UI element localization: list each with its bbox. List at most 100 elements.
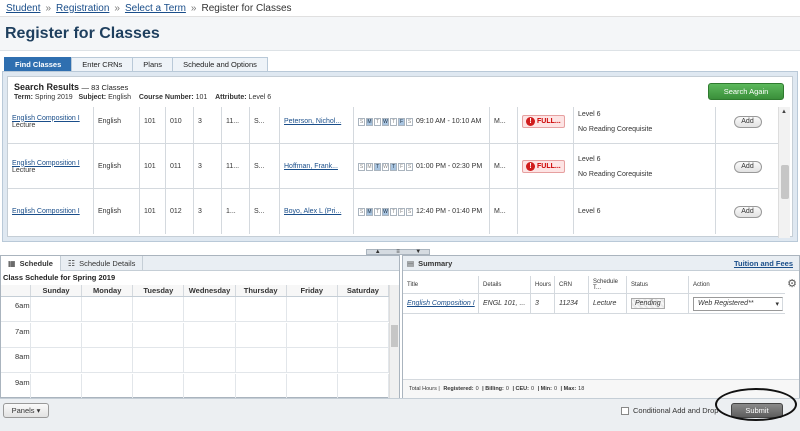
calendar-cell[interactable] — [82, 348, 134, 372]
summary-column-header[interactable]: Action — [689, 276, 785, 293]
cell-hours: 3 — [194, 107, 222, 144]
cell-section: 011 — [166, 144, 194, 189]
calendar-row: 7am — [1, 322, 389, 348]
tuition-fees-link[interactable]: Tuition and Fees — [734, 259, 793, 268]
breadcrumb-student[interactable]: Student — [6, 3, 40, 14]
calendar-cell[interactable] — [338, 348, 389, 372]
calendar-cell[interactable] — [338, 322, 389, 347]
calendar-cell[interactable] — [184, 322, 236, 347]
cell-status: ! FULL... — [518, 144, 574, 189]
term-value: Spring 2019 — [34, 94, 73, 101]
add-button[interactable]: Add — [733, 205, 762, 218]
calendar-cell[interactable] — [133, 322, 185, 347]
conditional-checkbox[interactable] — [621, 406, 629, 415]
min-value: 0 — [553, 386, 558, 392]
calendar-cell[interactable] — [82, 297, 134, 321]
instructor-link[interactable]: Peterson, Nichol... — [284, 118, 341, 125]
instructor-link[interactable]: Boyo, Alex L (Pri... — [284, 208, 341, 215]
breadcrumb-select-term[interactable]: Select a Term — [125, 3, 186, 14]
tab-plans[interactable]: Plans — [132, 57, 174, 71]
calendar-cell[interactable] — [82, 373, 134, 398]
calendar-cell[interactable] — [287, 322, 338, 347]
summary-course-link[interactable]: English Composition I — [407, 300, 475, 307]
submit-button[interactable]: Submit — [731, 403, 783, 418]
calendar-cell[interactable] — [236, 322, 287, 347]
cell-subject: English — [94, 107, 140, 144]
attribute-level: Level 6 — [578, 155, 601, 163]
summary-column-header[interactable]: Schedule T... — [589, 276, 627, 293]
subject-label: Subject: — [78, 94, 107, 101]
footer-bar: Panels ▾ Conditional Add and Drop Submit — [0, 398, 800, 431]
cell-add: Add — [716, 107, 780, 144]
panel-splitter[interactable]: ▲ ≡ ▼ — [0, 244, 800, 255]
instructor-link[interactable]: Hoffman, Frank... — [284, 163, 338, 170]
calendar-cell[interactable] — [236, 373, 287, 398]
cell-term: S... — [250, 144, 280, 189]
gear-icon[interactable]: ⚙ — [787, 277, 797, 290]
cell-add: Add — [716, 189, 780, 234]
conditional-label: Conditional Add and Drop — [633, 406, 719, 415]
calendar-cell[interactable] — [31, 373, 83, 398]
calendar-scroll-thumb[interactable] — [391, 325, 398, 347]
calendar-cell[interactable] — [236, 297, 287, 321]
scroll-up-icon[interactable]: ▲ — [781, 109, 787, 115]
search-again-button[interactable]: Search Again — [708, 83, 784, 100]
course-title-link[interactable]: English Composition I — [12, 160, 80, 167]
results-scrollbar[interactable]: ▲ — [778, 107, 790, 238]
add-button[interactable]: Add — [733, 115, 762, 128]
calendar-cell[interactable] — [82, 322, 134, 347]
day-box: W — [382, 117, 389, 126]
calendar-scrollbar[interactable] — [389, 285, 399, 398]
attribute-corequisite: No Reading Corequisite — [578, 170, 653, 178]
table-row: English Composition I English 101 012 3 1... S… — [8, 188, 780, 234]
tab-schedule-details-label: Schedule Details — [79, 259, 136, 268]
calendar-cell[interactable] — [133, 373, 185, 398]
calendar-cell[interactable] — [287, 297, 338, 321]
calendar-cell[interactable] — [133, 297, 185, 321]
tab-schedule-options[interactable]: Schedule and Options — [172, 57, 268, 71]
summary-panel: ▤ Summary Tuition and Fees Title Details H… — [402, 255, 800, 398]
meeting-days: SMTWTFS — [358, 117, 413, 126]
calendar-cell[interactable] — [184, 373, 236, 398]
calendar-cell[interactable] — [31, 297, 83, 321]
calendar-cell[interactable] — [236, 348, 287, 372]
calendar-cell[interactable] — [338, 373, 389, 398]
calendar-day-header: Monday — [82, 285, 134, 296]
tab-schedule-details[interactable]: ☷ Schedule Details — [61, 256, 144, 271]
breadcrumb-registration[interactable]: Registration — [56, 3, 109, 14]
summary-column-header[interactable]: Status — [627, 276, 689, 293]
course-title-link[interactable]: English Composition I — [12, 115, 80, 122]
results-table: English Composition I Lecture English 101 01… — [8, 107, 780, 238]
tab-enter-crns[interactable]: Enter CRNs — [71, 57, 134, 71]
ceu-value: 0 — [530, 386, 535, 392]
add-button[interactable]: Add — [733, 160, 762, 173]
summary-column-header[interactable]: Title — [403, 276, 479, 293]
calendar-cell[interactable] — [31, 322, 83, 347]
cell-add: Add — [716, 144, 780, 189]
scroll-thumb[interactable] — [781, 165, 789, 199]
calendar-cell[interactable] — [133, 348, 185, 372]
cell-instructor: Hoffman, Frank... — [280, 144, 354, 189]
search-criteria: Term: Spring 2019 Subject: English Cours… — [14, 94, 271, 101]
billing-label: | Billing: — [482, 386, 504, 392]
calendar-cell[interactable] — [287, 373, 338, 398]
action-select[interactable]: Web Registered** ▾ — [693, 296, 783, 311]
summary-title-cell[interactable]: English Composition I — [403, 294, 479, 313]
cell-campus: M... — [490, 189, 518, 234]
conditional-add-drop[interactable]: Conditional Add and Drop — [621, 406, 718, 415]
day-box: T — [374, 207, 381, 216]
schedule-panel: ▦ Schedule ☷ Schedule Details Class Sche… — [0, 255, 400, 398]
summary-column-header[interactable]: Hours — [531, 276, 555, 293]
summary-column-header[interactable]: Details — [479, 276, 531, 293]
calendar-cell[interactable] — [287, 348, 338, 372]
calendar-cell[interactable] — [184, 348, 236, 372]
calendar-cell[interactable] — [338, 297, 389, 321]
calendar-cell[interactable] — [184, 297, 236, 321]
tab-schedule[interactable]: ▦ Schedule — [1, 256, 61, 271]
calendar-cell[interactable] — [31, 348, 83, 372]
tab-find-classes[interactable]: Find Classes — [4, 57, 73, 71]
course-title-link[interactable]: English Composition I — [12, 208, 80, 215]
summary-column-header[interactable]: CRN — [555, 276, 589, 293]
calendar-day-header: Friday — [287, 285, 338, 296]
panels-button[interactable]: Panels ▾ — [3, 403, 49, 418]
